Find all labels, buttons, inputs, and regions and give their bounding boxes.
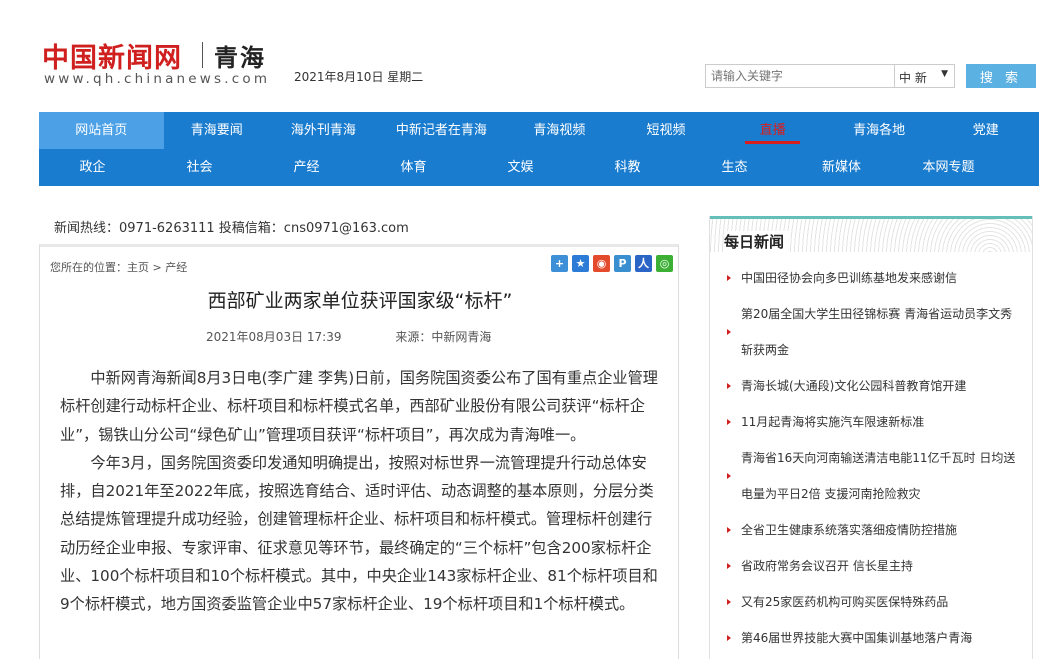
nav-item-regions[interactable]: 青海各地 [826, 112, 933, 149]
share-renren-icon[interactable]: 人 [635, 255, 652, 272]
share-qzone-icon[interactable]: ★ [572, 255, 589, 272]
nav-item-society[interactable]: 社会 [146, 149, 253, 186]
daily-news-sidebar: 每日新闻 中国田径协会向多巴训练基地发来感谢信 第20届全国大学生田径锦标赛 青… [709, 216, 1033, 659]
nav-item-short-video[interactable]: 短视频 [613, 112, 720, 149]
nav-item-entertainment[interactable]: 文娱 [467, 149, 574, 186]
nav-row-1: 网站首页 青海要闻 海外刊青海 中新记者在青海 青海视频 短视频 直播 青海各地… [39, 112, 1039, 149]
nav-item-science-edu[interactable]: 科教 [574, 149, 681, 186]
site-header: 中国新闻网 青海 www.qh.chinanews.com 2021年8月10日… [0, 0, 1051, 112]
logo-url: www.qh.chinanews.com [44, 71, 271, 87]
hotline-info: 新闻热线：0971-6263111 投稿信箱：cns0971@163.com [54, 221, 409, 236]
article-meta: 2021年08月03日 17:39 来源：中新网青海 [206, 328, 491, 345]
list-item[interactable]: 青海省16天向河南输送清洁电能11亿千瓦时 日均送 电量为平日2倍 支援河南抢险… [724, 440, 1024, 512]
nav-item-economy[interactable]: 产经 [253, 149, 360, 186]
share-bar: + ★ ◉ P 人 ◎ [551, 255, 673, 272]
article-source: 来源：中新网青海 [395, 330, 492, 344]
logo-region[interactable]: 青海 [214, 38, 266, 73]
list-item[interactable]: 中国田径协会向多巴训练基地发来感谢信 [724, 260, 1024, 296]
share-wechat-icon[interactable]: ◎ [656, 255, 673, 272]
list-item[interactable]: 第20届全国大学生田径锦标赛 青海省运动员李文秀 斩获两金 [724, 296, 1024, 368]
list-item[interactable]: 省政府常务会议召开 信长星主持 [724, 548, 1024, 584]
nav-item-overseas[interactable]: 海外刊青海 [270, 112, 377, 149]
search-input[interactable] [705, 64, 895, 88]
nav-item-new-media[interactable]: 新媒体 [788, 149, 895, 186]
site-logo[interactable]: 中国新闻网 [42, 36, 182, 75]
nav-item-sports[interactable]: 体育 [360, 149, 467, 186]
sidebar-header: 每日新闻 [710, 216, 1032, 252]
list-item[interactable]: 11月起青海将实施汽车限速新标准 [724, 404, 1024, 440]
nav-item-special[interactable]: 本网专题 [895, 149, 1002, 186]
share-more-icon[interactable]: + [551, 255, 568, 272]
article-paragraph: 中新网青海新闻8月3日电(李广建 李隽)日前，国务院国资委公布了国有重点企业管理… [60, 369, 658, 444]
article-paragraph: 今年3月，国务院国资委印发通知明确提出，按照对标世界一流管理提升行动总体安排，自… [60, 453, 658, 614]
nav-row-2: 政企 社会 产经 体育 文娱 科教 生态 新媒体 本网专题 [39, 149, 1039, 186]
nav-item-gov-enterprise[interactable]: 政企 [39, 149, 146, 186]
daily-news-list: 中国田径协会向多巴训练基地发来感谢信 第20届全国大学生田径锦标赛 青海省运动员… [724, 260, 1024, 656]
main-nav: 网站首页 青海要闻 海外刊青海 中新记者在青海 青海视频 短视频 直播 青海各地… [39, 112, 1039, 186]
article-datetime: 2021年08月03日 17:39 [206, 330, 342, 344]
list-item[interactable]: 全省卫生健康系统落实落细疫情防控措施 [724, 512, 1024, 548]
nav-item-live[interactable]: 直播 [719, 112, 826, 149]
share-tencent-icon[interactable]: P [614, 255, 631, 272]
search-scope-select[interactable]: 中 新 ▼ [895, 64, 955, 88]
nav-item-reporters[interactable]: 中新记者在青海 [377, 112, 506, 149]
nav-item-home[interactable]: 网站首页 [39, 112, 164, 149]
nav-item-party[interactable]: 党建 [932, 112, 1039, 149]
nav-item-ecology[interactable]: 生态 [681, 149, 788, 186]
chevron-down-icon: ▼ [941, 69, 948, 79]
list-item[interactable]: 青海长城(大通段)文化公园科普教育馆开建 [724, 368, 1024, 404]
article-title: 西部矿业两家单位获评国家级“标杆” [207, 290, 513, 312]
nav-item-qinghai-news[interactable]: 青海要闻 [164, 112, 271, 149]
current-date: 2021年8月10日 星期二 [294, 70, 424, 84]
breadcrumb[interactable]: 您所在的位置：主页 > 产经 [50, 259, 187, 275]
article-body: 中新网青海新闻8月3日电(李广建 李隽)日前，国务院国资委公布了国有重点企业管理… [60, 364, 660, 619]
sidebar-title: 每日新闻 [724, 231, 791, 252]
nav-item-video[interactable]: 青海视频 [506, 112, 613, 149]
article-panel: 您所在的位置：主页 > 产经 + ★ ◉ P 人 ◎ 西部矿业两家单位获评国家级… [39, 244, 679, 659]
search-scope-value: 中 新 [899, 71, 927, 85]
logo-divider [202, 42, 203, 68]
list-item[interactable]: 第46届世界技能大赛中国集训基地落户青海 [724, 620, 1024, 656]
list-item[interactable]: 又有25家医药机构可购买医保特殊药品 [724, 584, 1024, 620]
search-button[interactable]: 搜 索 [966, 64, 1036, 88]
share-weibo-icon[interactable]: ◉ [593, 255, 610, 272]
